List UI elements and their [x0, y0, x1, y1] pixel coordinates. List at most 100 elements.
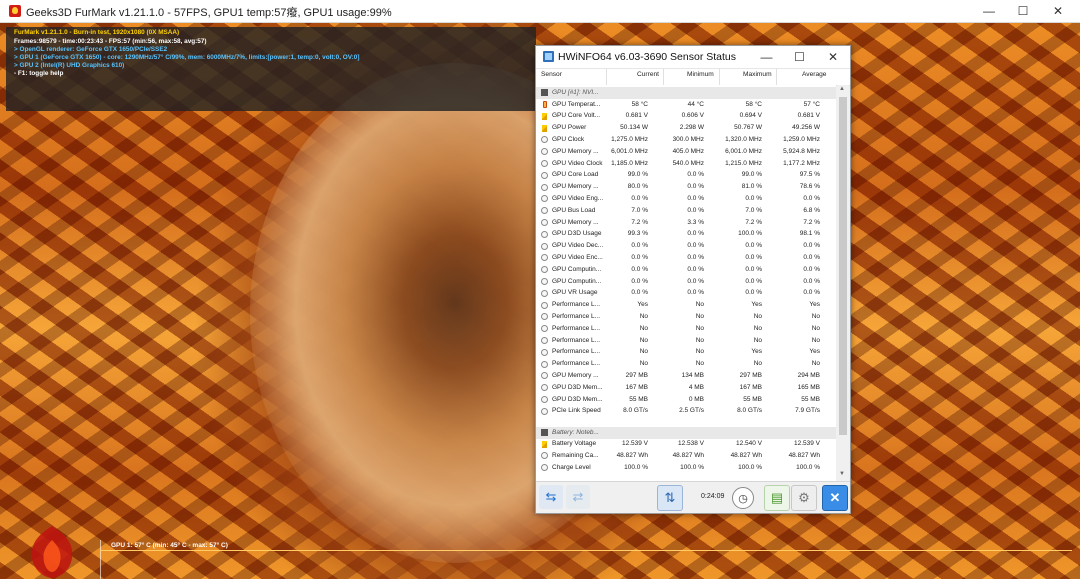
double-arrow-left-icon[interactable]: ⇆: [539, 485, 563, 509]
sensor-average: Yes: [809, 348, 820, 356]
sensor-row[interactable]: Performance L... No No Yes Yes: [536, 347, 836, 359]
scrollbar-thumb[interactable]: [839, 97, 847, 435]
gauge-icon: [541, 242, 548, 250]
sensor-row[interactable]: GPU Memory ... 7.2 % 3.3 % 7.2 % 7.2 %: [536, 217, 836, 229]
overlay-line: - F1: toggle help: [14, 70, 64, 77]
sensor-row[interactable]: GPU D3D Mem... 55 MB 0 MB 55 MB 55 MB: [536, 394, 836, 406]
clock-icon[interactable]: ◷: [732, 487, 754, 509]
sensor-row[interactable]: GPU Clock 1,275.0 MHz 300.0 MHz 1,320.0 MHz…: [536, 134, 836, 146]
sensor-current: 0.0 %: [631, 265, 648, 273]
sensor-row[interactable]: GPU VR Usage 0.0 % 0.0 % 0.0 % 0.0 %: [536, 288, 836, 300]
sensor-row[interactable]: PCIe Link Speed 8.0 GT/s 2.5 GT/s 8.0 GT/s 7…: [536, 406, 836, 418]
sensor-current: 80.0 %: [627, 183, 648, 191]
sensor-label: GPU Computin...: [552, 277, 602, 285]
sensor-minimum: 4 MB: [688, 383, 704, 391]
double-arrow-right-icon[interactable]: ⇄: [566, 485, 590, 509]
maximize-button[interactable]: ☐: [1006, 0, 1040, 22]
sensor-average: No: [811, 324, 820, 332]
scroll-down-icon[interactable]: ▼: [839, 471, 845, 477]
sensor-minimum: 3.3 %: [687, 218, 704, 226]
temperature-graph-line: [100, 550, 1072, 551]
settings-icon[interactable]: ⚙: [791, 485, 817, 511]
sensor-current: 12.539 V: [621, 440, 648, 448]
gauge-icon: [541, 160, 548, 167]
sensor-label: GPU Memory ...: [552, 147, 599, 155]
sensor-maximum: 99.0 %: [741, 171, 762, 179]
sensor-label: GPU Memory ...: [552, 371, 599, 379]
sensor-row[interactable]: GPU Core Volt... 0.681 V 0.606 V 0.694 V 0.6…: [536, 111, 836, 123]
sensor-row[interactable]: Performance L... No No No No: [536, 359, 836, 371]
minimize-button[interactable]: —: [972, 0, 1006, 22]
sensor-average: 97.5 %: [799, 171, 820, 179]
close-button[interactable]: ✕: [816, 46, 850, 68]
sensor-current: No: [639, 336, 648, 344]
sensor-maximum: No: [753, 336, 762, 344]
scroll-up-icon[interactable]: ▲: [839, 86, 845, 92]
sensor-row[interactable]: GPU Video Eng... 0.0 % 0.0 % 0.0 % 0.0 %: [536, 193, 836, 205]
column-header-sensor[interactable]: Sensor: [541, 71, 562, 78]
sensor-current: 0.0 %: [631, 253, 648, 261]
sensor-row[interactable]: GPU Computin... 0.0 % 0.0 % 0.0 % 0.0 %: [536, 264, 836, 276]
network-icon[interactable]: ⇅: [657, 485, 683, 511]
sensor-row[interactable]: GPU Memory ... 6,001.0 MHz 405.0 MHz 6,001.…: [536, 146, 836, 158]
sensor-row[interactable]: Remaining Ca... 48.827 Wh 48.827 Wh 48.827 …: [536, 450, 836, 462]
sensor-average: 0.0 %: [803, 289, 820, 297]
column-header-maximum[interactable]: Maximum: [743, 71, 772, 78]
sensor-list[interactable]: GPU [#1]: NVI... GPU Temperat... 58 °C 44 °…: [536, 85, 836, 481]
sensor-current: 58 °C: [631, 100, 648, 108]
sensor-maximum: 100.0 %: [738, 463, 762, 471]
sensor-row[interactable]: GPU Temperat... 58 °C 44 °C 58 °C 57 °C: [536, 99, 836, 111]
sensor-row[interactable]: GPU Memory ... 297 MB 134 MB 297 MB 294 MB: [536, 370, 836, 382]
maximize-button[interactable]: ☐: [783, 46, 816, 68]
sensor-current: 1,185.0 MHz: [611, 159, 648, 167]
hwinfo-sensor-window: HWiNFO64 v6.03-3690 Sensor Status — ☐ ✕ …: [535, 45, 851, 514]
sensor-row[interactable]: GPU Core Load 99.0 % 0.0 % 99.0 % 97.5 %: [536, 170, 836, 182]
sensor-maximum: 50.767 W: [734, 124, 762, 132]
sensor-row[interactable]: GPU D3D Usage 99.3 % 0.0 % 100.0 % 98.1 %: [536, 229, 836, 241]
sensor-group-header[interactable]: Battery: Noteb...: [536, 426, 836, 439]
sensor-minimum: 12.538 V: [677, 440, 704, 448]
sensor-row[interactable]: Battery Voltage 12.539 V 12.538 V 12.540 V 1…: [536, 439, 836, 451]
gauge-icon: [541, 219, 548, 226]
gauge-icon: [541, 313, 548, 321]
sensor-row[interactable]: GPU Video Dec... 0.0 % 0.0 % 0.0 % 0.0 %: [536, 241, 836, 253]
close-sensors-icon[interactable]: ✕: [822, 485, 848, 511]
sensor-current: 99.0 %: [627, 171, 648, 179]
sensor-row[interactable]: Charge Level 100.0 % 100.0 % 100.0 % 100.0 %: [536, 462, 836, 474]
sensor-row[interactable]: Performance L... No No No No: [536, 311, 836, 323]
sensor-current: 0.0 %: [631, 289, 648, 297]
gauge-icon: [541, 372, 548, 380]
sensor-row[interactable]: Performance L... No No No No: [536, 335, 836, 347]
furmark-titlebar[interactable]: Geeks3D FurMark v1.21.1.0 - 57FPS, GPU1 …: [0, 0, 1080, 23]
sensor-row[interactable]: Performance L... Yes No Yes Yes: [536, 300, 836, 312]
column-header-minimum[interactable]: Minimum: [687, 71, 714, 78]
sensor-row[interactable]: GPU Bus Load 7.0 % 0.0 % 7.0 % 6.8 %: [536, 205, 836, 217]
sensor-average: 6.8 %: [803, 206, 820, 214]
sensor-row[interactable]: GPU Memory ... 80.0 % 0.0 % 81.0 % 78.6 %: [536, 182, 836, 194]
sensor-row[interactable]: GPU Computin... 0.0 % 0.0 % 0.0 % 0.0 %: [536, 276, 836, 288]
column-header-average[interactable]: Average: [802, 71, 826, 78]
sensor-label: GPU Video Enc...: [552, 253, 603, 261]
sensor-current: No: [639, 360, 648, 368]
sensor-average: 5,924.8 MHz: [783, 147, 820, 155]
thermometer-icon: [543, 101, 547, 108]
sensor-maximum: 0.694 V: [739, 112, 762, 120]
column-header-current[interactable]: Current: [637, 71, 659, 78]
sensor-row[interactable]: GPU Video Clock 1,185.0 MHz 540.0 MHz 1,215…: [536, 158, 836, 170]
gauge-icon: [541, 183, 548, 191]
close-button[interactable]: ✕: [1041, 0, 1075, 22]
hwinfo-titlebar[interactable]: HWiNFO64 v6.03-3690 Sensor Status — ☐ ✕: [536, 46, 850, 68]
vertical-scrollbar[interactable]: ▲ ▼: [837, 85, 849, 481]
report-icon[interactable]: ▤: [764, 485, 790, 511]
sensor-maximum: 12.540 V: [735, 440, 762, 448]
sensor-row[interactable]: GPU D3D Mem... 167 MB 4 MB 167 MB 165 MB: [536, 382, 836, 394]
sensor-row[interactable]: Performance L... No No No No: [536, 323, 836, 335]
sensor-current: 167 MB: [625, 383, 648, 391]
minimize-button[interactable]: —: [750, 46, 783, 68]
sensor-current: 55 MB: [629, 395, 648, 403]
sensor-row[interactable]: GPU Power 50.134 W 2.298 W 50.767 W 49.256 W: [536, 123, 836, 135]
sensor-label: GPU Clock: [552, 135, 585, 143]
sensor-row[interactable]: GPU Video Enc... 0.0 % 0.0 % 0.0 % 0.0 %: [536, 252, 836, 264]
sensor-group-header[interactable]: GPU [#1]: NVI...: [536, 87, 836, 99]
sensor-maximum: 297 MB: [739, 371, 762, 379]
